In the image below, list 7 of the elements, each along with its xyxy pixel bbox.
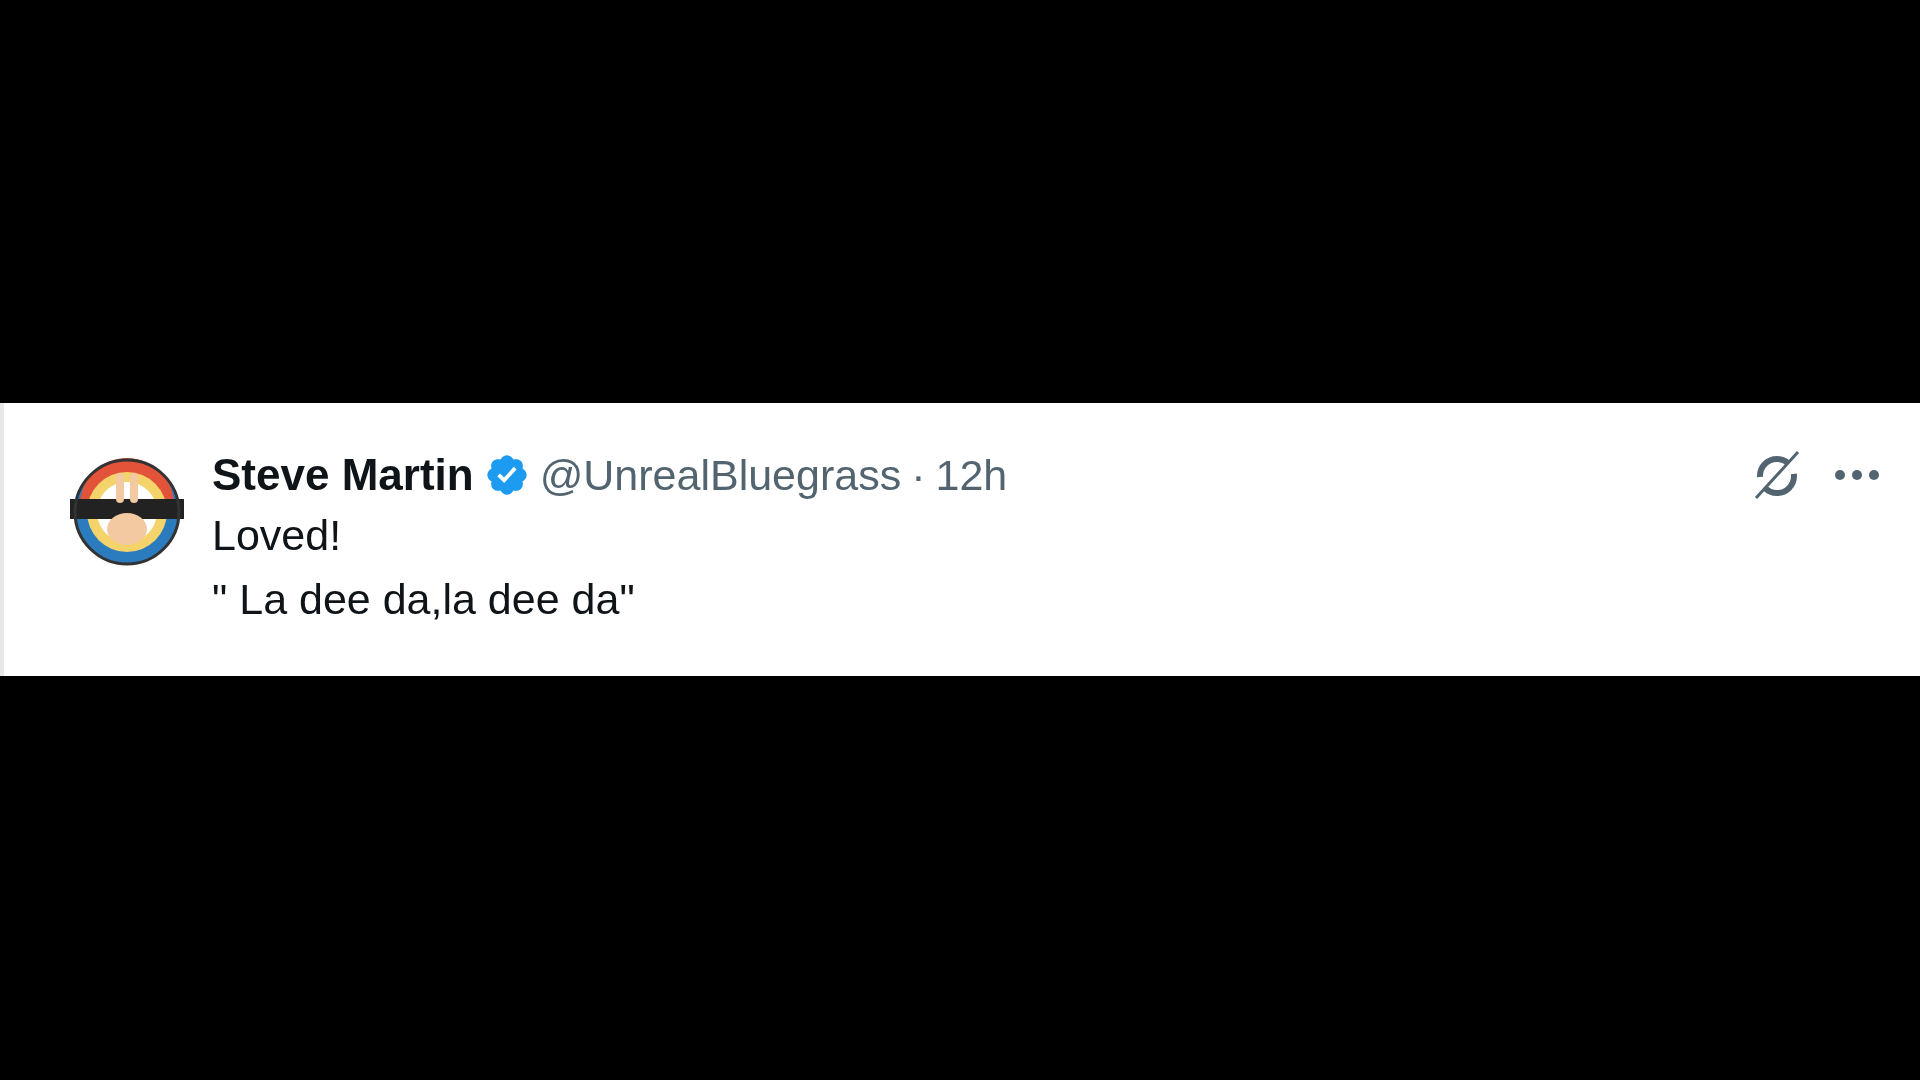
separator-dot: ·: [911, 450, 926, 500]
post-time[interactable]: 12h: [935, 450, 1008, 500]
more-icon[interactable]: [1834, 469, 1880, 481]
author-name[interactable]: Steve Martin: [212, 450, 474, 500]
tweet-text: Loved!: [212, 510, 343, 561]
tweet-text: " La dee da,la dee da": [212, 574, 636, 625]
author-handle[interactable]: @UnrealBluegrass: [539, 450, 902, 500]
